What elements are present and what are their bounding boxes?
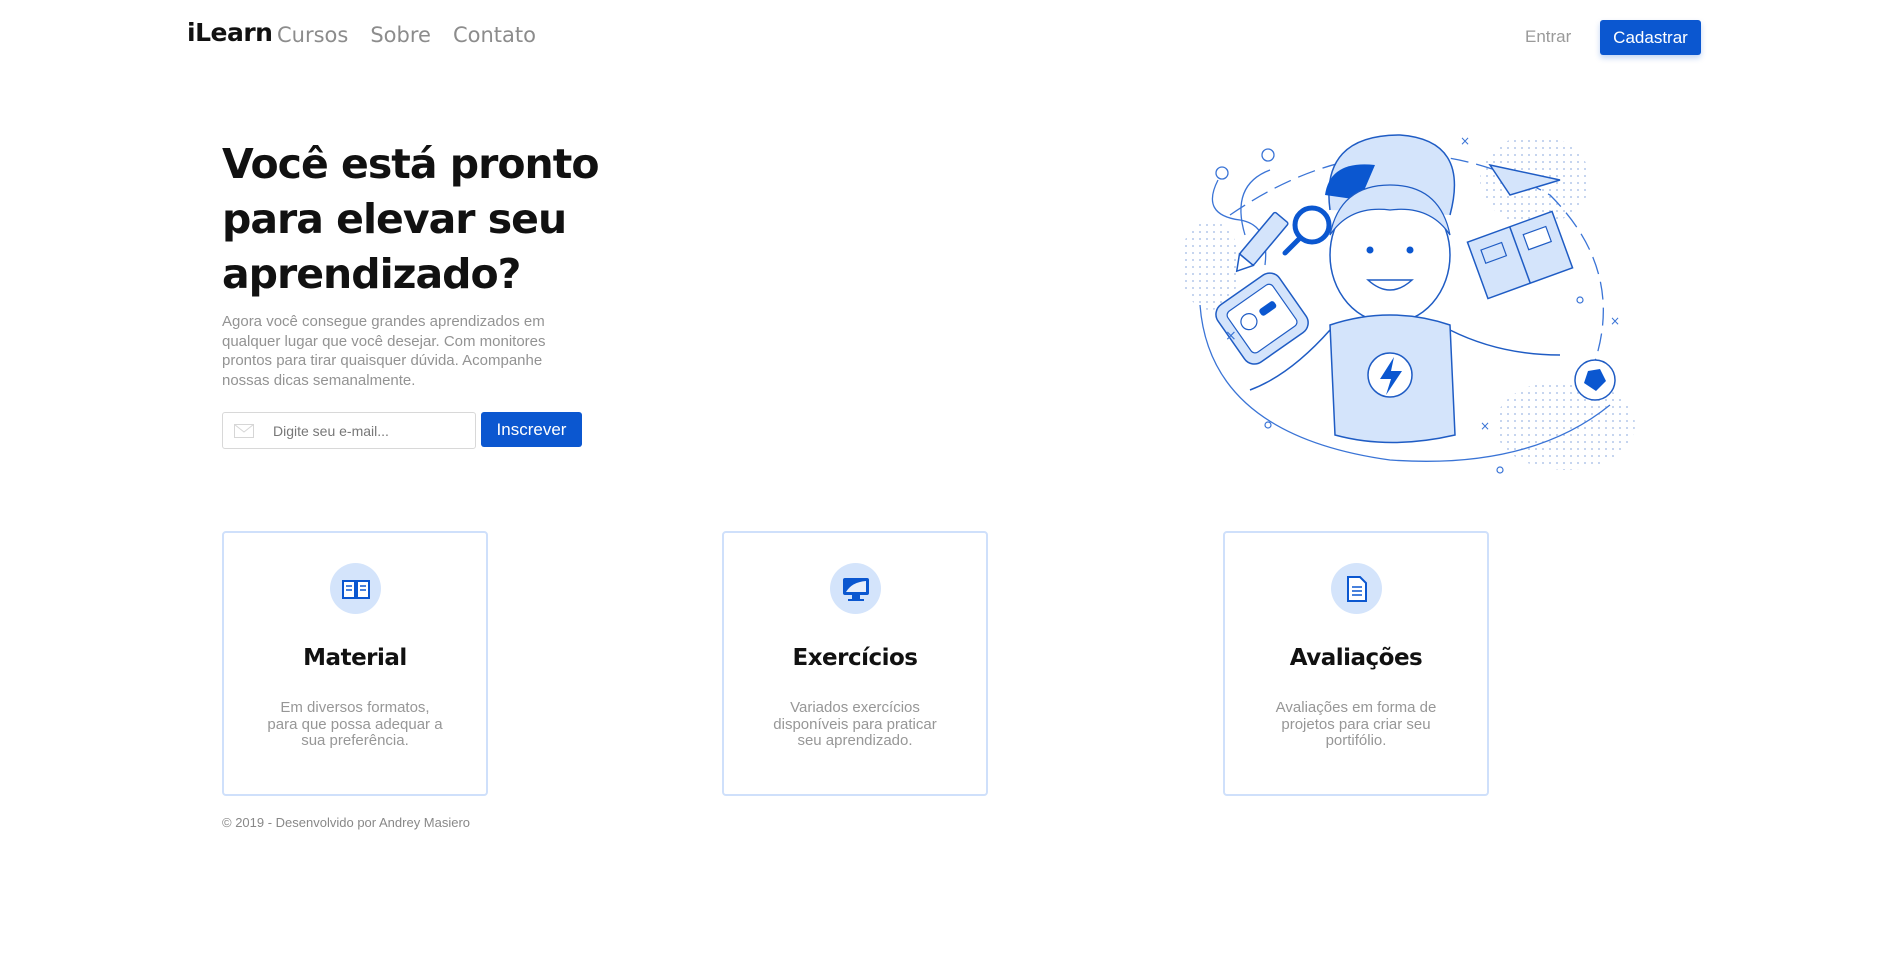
book-icon	[330, 563, 381, 614]
hero-description: Agora você consegue grandes aprendizados…	[222, 313, 546, 389]
card-title: Avaliações	[1289, 645, 1423, 671]
brand-logo[interactable]: iLearn	[187, 18, 273, 47]
card-text: Avaliações em forma de projetos para cri…	[1275, 699, 1437, 749]
feature-card-avaliacoes: Avaliações Avaliações em forma de projet…	[1223, 531, 1489, 796]
svg-text:×: ×	[1225, 328, 1237, 344]
document-icon	[1331, 563, 1382, 614]
card-title: Exercícios	[792, 645, 918, 671]
feature-card-material: Material Em diversos formatos, para que …	[222, 531, 488, 796]
top-navbar: iLearn Cursos Sobre Contato Entrar Cadas…	[0, 0, 1877, 74]
login-link[interactable]: Entrar	[1525, 27, 1571, 47]
nav-link-contato[interactable]: Contato	[453, 23, 536, 47]
svg-text:×: ×	[1460, 134, 1470, 148]
email-field-wrapper	[222, 412, 476, 449]
signup-button[interactable]: Cadastrar	[1600, 20, 1701, 55]
monitor-icon	[830, 563, 881, 614]
student-illustration: × × × ×	[1180, 134, 1635, 474]
card-text: Variados exercícios disponíveis para pra…	[773, 699, 937, 749]
footer-copyright: © 2019 - Desenvolvido por Andrey Masiero	[222, 815, 471, 830]
svg-text:×: ×	[1480, 419, 1490, 433]
email-input[interactable]	[273, 421, 463, 441]
subscribe-button[interactable]: Inscrever	[481, 412, 582, 447]
card-text: Em diversos formatos, para que possa ade…	[267, 699, 443, 749]
card-title: Material	[303, 645, 407, 671]
envelope-icon	[234, 424, 254, 438]
nav-link-sobre[interactable]: Sobre	[370, 23, 431, 47]
hero-title: Você está pronto para elevar seu aprendi…	[222, 140, 599, 298]
feature-card-exercicios: Exercícios Variados exercícios disponíve…	[722, 531, 988, 796]
svg-text:×: ×	[1610, 314, 1620, 328]
nav-link-cursos[interactable]: Cursos	[277, 23, 348, 47]
main-nav: Cursos Sobre Contato	[277, 23, 536, 47]
